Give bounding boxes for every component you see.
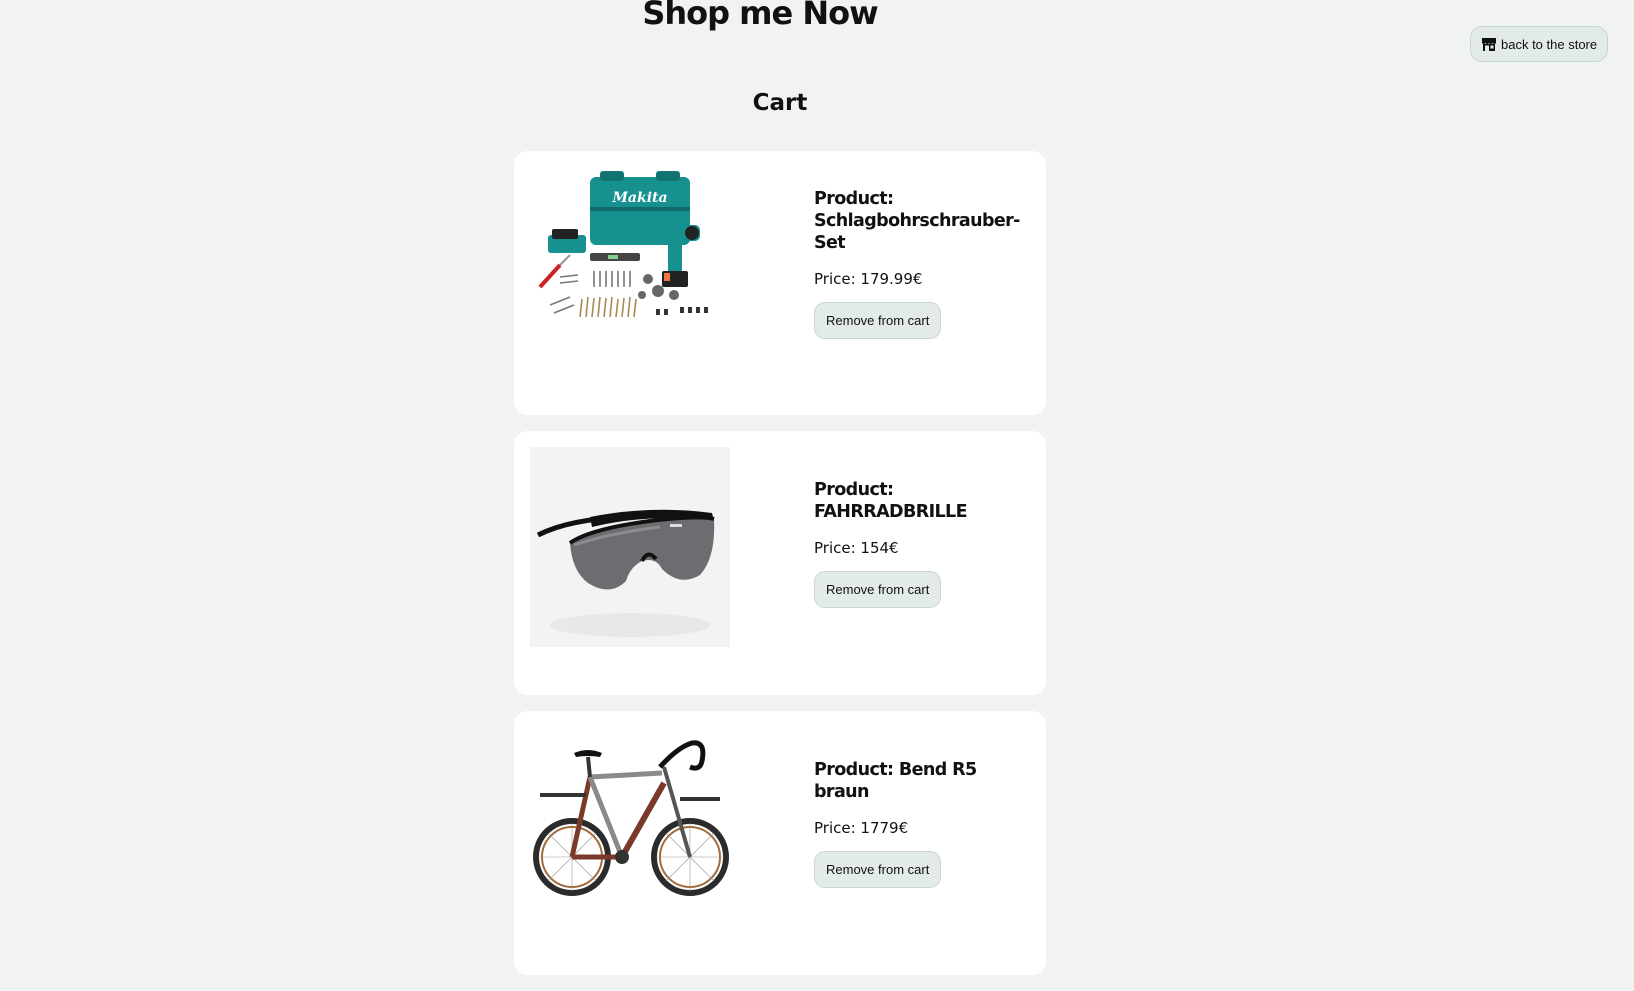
site-title: Shop me Now <box>642 0 878 32</box>
cart-item: Product: Bend R5 braun Price: 1779€ Remo… <box>514 711 1046 975</box>
cart-item: Product: FAHRRADBRILLE Price: 154€ Remov… <box>514 431 1046 695</box>
drill-set-image: Makita <box>538 171 708 318</box>
sunglasses-image <box>530 447 730 647</box>
product-name: Product: FAHRRADBRILLE <box>814 479 968 522</box>
svg-text:Makita: Makita <box>611 190 667 206</box>
remove-from-cart-button[interactable]: Remove from cart <box>814 301 942 339</box>
cart-item: Makita Product: Schlagbohrschrauber-Set … <box>514 151 1046 415</box>
remove-from-cart-button[interactable]: Remove from cart <box>814 570 942 608</box>
bicycle-image <box>533 740 729 896</box>
product-price: Price: 1779€ <box>814 818 909 837</box>
product-price: Price: 154€ <box>814 538 899 557</box>
cart-list: Makita Product: Schlagbohrschrauber-Set … <box>514 151 1046 991</box>
cart-heading: Cart <box>752 90 808 116</box>
product-info: Product: FAHRRADBRILLE Price: 154€ Remov… <box>814 431 1024 695</box>
product-name: Product: Bend R5 braun <box>814 759 977 802</box>
remove-from-cart-button[interactable]: Remove from cart <box>814 850 942 888</box>
product-info: Product: Bend R5 braun Price: 1779€ Remo… <box>814 711 1024 975</box>
back-to-store-label: back to the store <box>1501 36 1598 52</box>
product-info: Product: Schlagbohrschrauber-Set Price: … <box>814 151 1024 415</box>
product-name: Product: Schlagbohrschrauber-Set <box>814 188 1020 253</box>
store-icon <box>1482 38 1496 51</box>
back-to-store-button[interactable]: back to the store <box>1470 26 1609 62</box>
product-price: Price: 179.99€ <box>814 269 923 288</box>
